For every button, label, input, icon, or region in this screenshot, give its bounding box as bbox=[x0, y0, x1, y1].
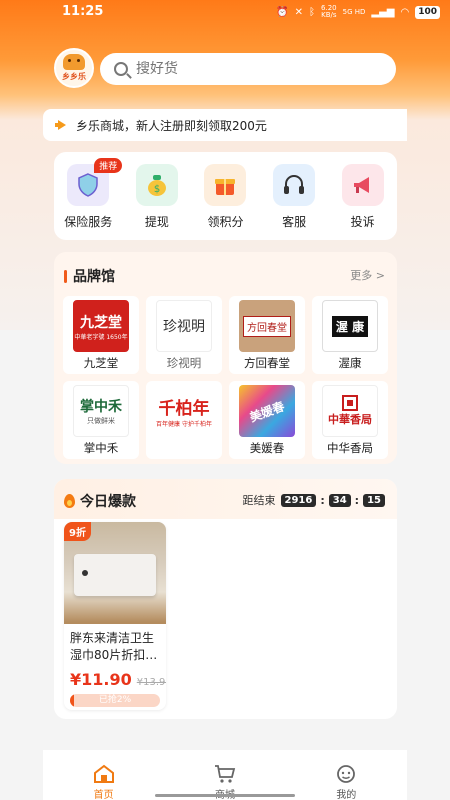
brand-item[interactable]: 千柏年 百年健康 守护千柏年 bbox=[146, 381, 222, 459]
service-withdraw[interactable]: $ 提现 bbox=[125, 164, 189, 240]
brand-logo-zhangzhonghe: 掌中禾 只做鲜米 bbox=[73, 385, 129, 437]
wifi-icon: ◠ bbox=[400, 6, 410, 18]
home-icon bbox=[93, 764, 114, 783]
brand-logo-qianbainian: 千柏年 百年健康 守护千柏年 bbox=[149, 385, 219, 437]
status-bar: 11:25 ⏰ ✕ ᛒ 6.20 KB/s 5G HD ▂▄▆ ◠ 100 bbox=[0, 0, 450, 26]
search-icon bbox=[114, 62, 128, 76]
speaker-icon bbox=[55, 120, 68, 130]
brand-item[interactable]: 方回春堂 方回春堂 bbox=[229, 296, 305, 374]
brand-item[interactable]: 九芝堂 中華老字號 1650年 九芝堂 bbox=[63, 296, 139, 374]
brand-logo-zhenshiming: 珍视明 bbox=[156, 300, 212, 352]
brand-logo-meiyuanchun: 美媛春 bbox=[239, 385, 295, 437]
bottom-tab-bar: 首页 商城 我的 bbox=[43, 750, 407, 800]
status-time: 11:25 bbox=[62, 4, 104, 19]
tissue-box-image bbox=[74, 554, 156, 596]
search-input[interactable] bbox=[136, 61, 376, 77]
status-icons: ⏰ ✕ ᛒ 6.20 KB/s 5G HD ▂▄▆ ◠ 100 bbox=[276, 5, 440, 19]
mute-icon: ✕ bbox=[294, 6, 304, 18]
countdown-hours: 2916 bbox=[280, 493, 317, 507]
home-indicator bbox=[155, 794, 295, 797]
brand-item[interactable]: 美媛春 美媛春 bbox=[229, 381, 305, 459]
profile-icon bbox=[337, 765, 356, 783]
service-complaint[interactable]: 投诉 bbox=[331, 164, 395, 240]
product-price: ¥11.90 bbox=[70, 670, 132, 689]
countdown-seconds: 15 bbox=[363, 493, 385, 507]
service-label: 保险服务 bbox=[64, 215, 113, 229]
hot-deals-section: 今日爆款 距结束 2916 : 34 : 15 9折 胖东来清洁卫生湿巾80片折… bbox=[54, 479, 397, 719]
brand-item[interactable]: 中華香局 中华香局 bbox=[312, 381, 388, 459]
signal-icon: ▂▄▆ bbox=[371, 6, 395, 18]
brand-name: 掌中禾 bbox=[83, 441, 119, 455]
brand-logo-wokang: 渥 康 bbox=[322, 300, 378, 352]
brand-name: 九芝堂 bbox=[83, 356, 119, 370]
logo-text: 乡乡乐 bbox=[62, 72, 86, 81]
tab-label: 首页 bbox=[93, 790, 114, 800]
app-logo[interactable]: 乡乡乐 bbox=[54, 48, 94, 88]
search-bar[interactable] bbox=[100, 53, 396, 85]
notice-bar[interactable]: 乡乐商城，新人注册即刻领取200元 bbox=[43, 109, 407, 141]
money-bag-icon: $ bbox=[135, 164, 178, 206]
service-label: 领积分 bbox=[207, 215, 244, 229]
battery-indicator: 100 bbox=[415, 5, 440, 19]
sales-progress-bar: 已抢2% bbox=[70, 694, 160, 707]
brand-logo-jiuzhitang: 九芝堂 中華老字號 1650年 bbox=[73, 300, 129, 352]
countdown-timer: 距结束 2916 : 34 : 15 bbox=[243, 492, 388, 508]
service-label: 提现 bbox=[144, 215, 169, 229]
service-label: 投诉 bbox=[350, 215, 375, 229]
product-original-price: ¥13.90 bbox=[136, 677, 166, 688]
tab-label: 商城 bbox=[215, 786, 235, 800]
tab-label: 我的 bbox=[336, 790, 357, 800]
brand-section-title: 品牌馆 bbox=[64, 266, 115, 286]
service-points[interactable]: 领积分 bbox=[193, 164, 257, 240]
brand-name: 珍视明 bbox=[166, 356, 202, 370]
seal-icon bbox=[342, 395, 358, 411]
headset-icon bbox=[273, 164, 316, 206]
network-type: 5G HD bbox=[342, 7, 366, 16]
brand-logo-zhonghuaxiangju: 中華香局 bbox=[322, 385, 378, 437]
logo-mascot-icon bbox=[63, 54, 85, 70]
brand-name: 渥康 bbox=[338, 356, 362, 370]
tab-profile[interactable]: 我的 bbox=[316, 764, 376, 800]
title-accent-bar bbox=[64, 269, 67, 283]
price-row: ¥11.90 ¥13.90 bbox=[64, 668, 166, 691]
brand-logo-fanghuichuntang: 方回春堂 bbox=[239, 300, 295, 352]
cart-icon bbox=[214, 765, 236, 783]
countdown-label: 距结束 bbox=[242, 494, 276, 507]
tab-home[interactable]: 首页 bbox=[74, 764, 134, 800]
product-image: 9折 bbox=[64, 522, 166, 624]
service-support[interactable]: 客服 bbox=[262, 164, 326, 240]
notice-text: 乡乐商城，新人注册即刻领取200元 bbox=[76, 118, 267, 133]
brand-section: 品牌馆 更多 > 九芝堂 中華老字號 1650年 九芝堂 珍视明 珍视明 方回春… bbox=[54, 252, 397, 464]
service-insurance[interactable]: 推荐 保险服务 bbox=[56, 158, 123, 240]
brand-more-link[interactable]: 更多 > bbox=[350, 267, 385, 283]
brand-item[interactable]: 渥 康 渥康 bbox=[312, 296, 388, 374]
megaphone-icon bbox=[341, 164, 384, 206]
brand-item[interactable]: 掌中禾 只做鲜米 掌中禾 bbox=[63, 381, 139, 459]
product-card[interactable]: 9折 胖东来清洁卫生湿巾80片折扣… ¥11.90 ¥13.90 已抢2% bbox=[64, 522, 166, 710]
recommend-badge: 推荐 bbox=[94, 158, 123, 173]
brand-grid: 九芝堂 中華老字號 1650年 九芝堂 珍视明 珍视明 方回春堂 方回春堂 渥 … bbox=[63, 296, 388, 459]
bluetooth-icon: ᛒ bbox=[309, 6, 316, 18]
alarm-icon: ⏰ bbox=[276, 6, 289, 18]
brand-name: 方回春堂 bbox=[244, 356, 290, 370]
product-name: 胖东来清洁卫生湿巾80片折扣… bbox=[70, 631, 158, 662]
brand-name: 中华香局 bbox=[327, 441, 373, 455]
network-speed: 6.20 KB/s bbox=[321, 4, 337, 19]
progress-text: 已抢2% bbox=[98, 695, 132, 705]
svg-text:$: $ bbox=[154, 184, 160, 195]
service-label: 客服 bbox=[282, 215, 307, 229]
app-header: 乡乡乐 bbox=[0, 45, 450, 95]
discount-badge: 9折 bbox=[64, 522, 91, 541]
service-shortcuts: 推荐 保险服务 $ 提现 领积分 客服 投诉 bbox=[54, 152, 397, 240]
hot-deals-title: 今日爆款 bbox=[64, 491, 136, 511]
countdown-minutes: 34 bbox=[328, 493, 351, 507]
brand-item[interactable]: 珍视明 珍视明 bbox=[146, 296, 222, 374]
brand-name: 美媛春 bbox=[249, 441, 285, 455]
fire-icon bbox=[64, 494, 75, 508]
gift-icon bbox=[204, 164, 247, 206]
